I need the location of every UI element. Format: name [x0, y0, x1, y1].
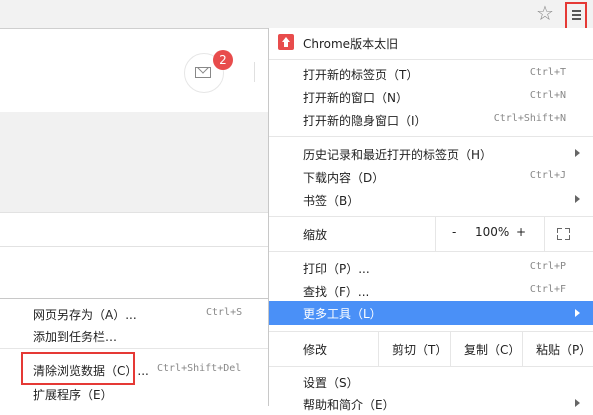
menu-item-label: 打开新的窗口（N）: [303, 91, 408, 105]
menu-item-label: 查找（F）...: [303, 285, 370, 299]
bookmarks-item[interactable]: 书签（B）: [269, 189, 593, 211]
divider: [0, 212, 268, 213]
menu-separator: [269, 251, 593, 252]
menu-item-label: 书签（B）: [303, 194, 360, 208]
page-banner: [0, 112, 268, 212]
zoom-out-button[interactable]: -: [452, 225, 456, 239]
menu-item-label: 添加到任务栏…: [33, 330, 118, 344]
new-tab-item[interactable]: 打开新的标签页（T） Ctrl+T: [269, 63, 593, 85]
menu-separator: [269, 136, 593, 137]
new-incognito-window-item[interactable]: 打开新的隐身窗口（I） Ctrl+Shift+N: [269, 109, 593, 131]
menu-item-label: 历史记录和最近打开的标签页（H）: [303, 148, 493, 162]
find-item[interactable]: 查找（F）... Ctrl+F: [269, 280, 593, 302]
menu-item-label: 扩展程序（E）: [33, 388, 113, 402]
notification-badge: 2: [213, 50, 233, 70]
menu-item-label: 下载内容（D）: [303, 171, 385, 185]
browser-toolbar: ☆: [0, 0, 593, 31]
history-item[interactable]: 历史记录和最近打开的标签页（H）: [269, 143, 593, 165]
shortcut-label: Ctrl+J: [529, 170, 566, 181]
menu-separator: [0, 348, 268, 349]
chrome-menu-button[interactable]: [565, 2, 587, 31]
update-chrome-item[interactable]: Chrome版本太旧: [269, 30, 593, 56]
menu-separator: [269, 366, 593, 367]
shortcut-label: Ctrl+Shift+N: [493, 113, 566, 124]
chrome-main-menu: Chrome版本太旧 打开新的标签页（T） Ctrl+T 打开新的窗口（N） C…: [268, 28, 593, 412]
settings-item[interactable]: 设置（S）: [269, 371, 593, 393]
zoom-in-button[interactable]: +: [516, 225, 526, 239]
extensions-item[interactable]: 扩展程序（E）: [0, 383, 268, 405]
paste-button[interactable]: 粘贴（P）: [522, 332, 593, 366]
shortcut-label: Ctrl+F: [529, 284, 566, 295]
envelope-icon: [195, 67, 211, 78]
menu-item-label: 网页另存为（A）...: [33, 308, 137, 322]
edit-row: 修改 剪切（T） 复制（C） 粘贴（P）: [269, 332, 593, 366]
menu-item-label: 修改: [303, 343, 328, 357]
help-item[interactable]: 帮助和简介（E）: [269, 393, 593, 415]
cut-button[interactable]: 剪切（T）: [378, 332, 451, 366]
menu-item-label: 缩放: [303, 228, 328, 242]
highlight-box: [21, 352, 135, 385]
shortcut-label: Ctrl+S: [206, 307, 243, 318]
menu-item-label: 更多工具（L）: [303, 307, 382, 321]
chevron-right-icon: [575, 149, 580, 157]
star-outline-icon[interactable]: ☆: [536, 2, 554, 24]
shortcut-label: Ctrl+P: [529, 261, 566, 272]
divider: [254, 62, 255, 82]
fullscreen-icon[interactable]: [557, 228, 570, 240]
shortcut-label: Ctrl+T: [529, 67, 566, 78]
chevron-right-icon: [575, 309, 580, 317]
chevron-right-icon: [575, 195, 580, 203]
update-arrow-icon: [278, 34, 294, 50]
shortcut-label: Ctrl+N: [529, 90, 566, 101]
more-tools-item[interactable]: 更多工具（L）: [269, 301, 593, 325]
menu-item-label: 打开新的隐身窗口（I）: [303, 114, 427, 128]
copy-button[interactable]: 复制（C）: [450, 332, 523, 366]
save-page-as-item[interactable]: 网页另存为（A）... Ctrl+S: [0, 303, 268, 325]
new-window-item[interactable]: 打开新的窗口（N） Ctrl+N: [269, 86, 593, 108]
menu-item-label: 打开新的标签页（T）: [303, 68, 419, 82]
hamburger-menu-icon: [572, 10, 581, 12]
shortcut-label: Ctrl+Shift+Del: [157, 363, 242, 374]
add-to-taskbar-item[interactable]: 添加到任务栏…: [0, 325, 268, 347]
downloads-item[interactable]: 下载内容（D） Ctrl+J: [269, 166, 593, 188]
menu-separator: [269, 59, 593, 60]
menu-item-label: 打印（P）...: [303, 262, 370, 276]
zoom-row: 缩放 - 100% +: [269, 217, 593, 251]
divider: [0, 246, 268, 247]
menu-item-label: 帮助和简介（E）: [303, 398, 395, 412]
zoom-level: 100%: [475, 225, 510, 239]
menu-item-label: Chrome版本太旧: [303, 37, 399, 51]
print-item[interactable]: 打印（P）... Ctrl+P: [269, 257, 593, 279]
menu-item-label: 设置（S）: [303, 376, 359, 390]
